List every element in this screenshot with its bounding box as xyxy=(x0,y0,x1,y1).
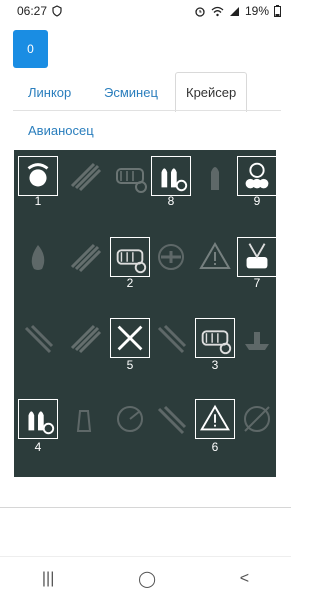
fire-icon xyxy=(31,245,45,270)
shell-icon xyxy=(211,167,219,190)
rockets-icon xyxy=(70,324,102,354)
flag-cell[interactable] xyxy=(151,237,191,277)
flag-cell[interactable] xyxy=(195,156,235,196)
flag-cell[interactable] xyxy=(64,156,104,196)
flag-cell[interactable] xyxy=(18,156,58,196)
torpedo-icon xyxy=(110,237,150,277)
ship-icon xyxy=(245,332,269,350)
flag-cell[interactable] xyxy=(110,318,150,358)
flag-cell[interactable] xyxy=(64,237,104,277)
back-icon[interactable]: < xyxy=(240,570,249,588)
flag-number: 5 xyxy=(126,358,134,372)
tab-battleship[interactable]: Линкор xyxy=(28,85,71,100)
status-left: 06:27 xyxy=(17,4,62,18)
rockets-icon xyxy=(70,162,102,192)
radar-icon xyxy=(117,406,143,432)
plane-icon xyxy=(158,244,184,270)
crew-icon xyxy=(18,156,58,196)
flag-cell[interactable] xyxy=(151,156,191,196)
flag-cell[interactable] xyxy=(18,399,58,439)
flags-card: 0 Линкор Эсминец Крейсер Авианосец 1 8 9 2 7… xyxy=(0,22,291,508)
flag-number: 2 xyxy=(126,276,134,290)
flag-cell[interactable] xyxy=(151,318,191,358)
flag-number: 7 xyxy=(253,276,261,290)
flag-cell[interactable] xyxy=(18,237,58,277)
shells-icon xyxy=(18,399,58,439)
status-right: 19% xyxy=(194,4,281,18)
battery-text: 19% xyxy=(244,4,269,18)
tab-destroyer[interactable]: Эсминец xyxy=(104,85,158,100)
flag-cell[interactable] xyxy=(195,318,235,358)
flag-cell[interactable] xyxy=(237,156,277,196)
target-icon xyxy=(244,406,270,432)
flag-cell[interactable] xyxy=(195,399,235,439)
shells-icon xyxy=(151,156,191,196)
searchlight-icon xyxy=(237,237,277,277)
home-icon[interactable]: ◯ xyxy=(138,569,156,589)
guns-icon xyxy=(157,324,187,354)
flag-grid: 1 8 9 2 7 5 3 4 6 xyxy=(14,150,277,477)
flag-number: 3 xyxy=(211,358,219,372)
warning-icon xyxy=(199,242,231,269)
signal-icon xyxy=(229,6,239,16)
flag-number: 6 xyxy=(211,440,219,454)
tabs-divider xyxy=(13,110,281,111)
flag-cell[interactable] xyxy=(110,156,150,196)
torpedo-icon xyxy=(195,318,235,358)
rockets-icon xyxy=(70,243,102,273)
count-badge[interactable]: 0 xyxy=(13,30,48,68)
flag-cell[interactable] xyxy=(237,318,277,358)
flag-cell[interactable] xyxy=(151,399,191,439)
torpedo-icon xyxy=(116,168,147,193)
warning-icon xyxy=(195,399,235,439)
shield-icon xyxy=(52,5,62,17)
flag-number: 9 xyxy=(253,194,261,208)
flag-cell[interactable] xyxy=(64,399,104,439)
android-nav-bar: ||| ◯ < xyxy=(0,556,291,600)
guns-icon xyxy=(24,324,54,354)
wifi-icon xyxy=(211,6,224,16)
flag-number: 8 xyxy=(167,194,175,208)
status-time: 06:27 xyxy=(17,4,48,18)
battery-icon xyxy=(274,5,281,17)
cross-guns-icon xyxy=(110,318,150,358)
flag-cell[interactable] xyxy=(110,237,150,277)
tab-cruiser[interactable]: Крейсер xyxy=(175,72,248,112)
tab-carrier[interactable]: Авианосец xyxy=(28,123,94,138)
status-bar: 06:27 19% xyxy=(0,0,291,22)
flag-number: 4 xyxy=(34,440,42,454)
flag-cell[interactable] xyxy=(64,318,104,358)
flag-cell[interactable] xyxy=(18,318,58,358)
flag-cell[interactable] xyxy=(195,237,235,277)
guns-icon xyxy=(157,405,187,435)
flag-cell[interactable] xyxy=(237,237,277,277)
wheel-icon xyxy=(237,156,277,196)
flag-cell[interactable] xyxy=(237,399,277,439)
alarm-icon xyxy=(195,7,205,17)
flag-cell[interactable] xyxy=(110,399,150,439)
recents-icon[interactable]: ||| xyxy=(42,570,54,588)
tower-icon xyxy=(76,410,92,432)
flag-number: 1 xyxy=(34,194,42,208)
